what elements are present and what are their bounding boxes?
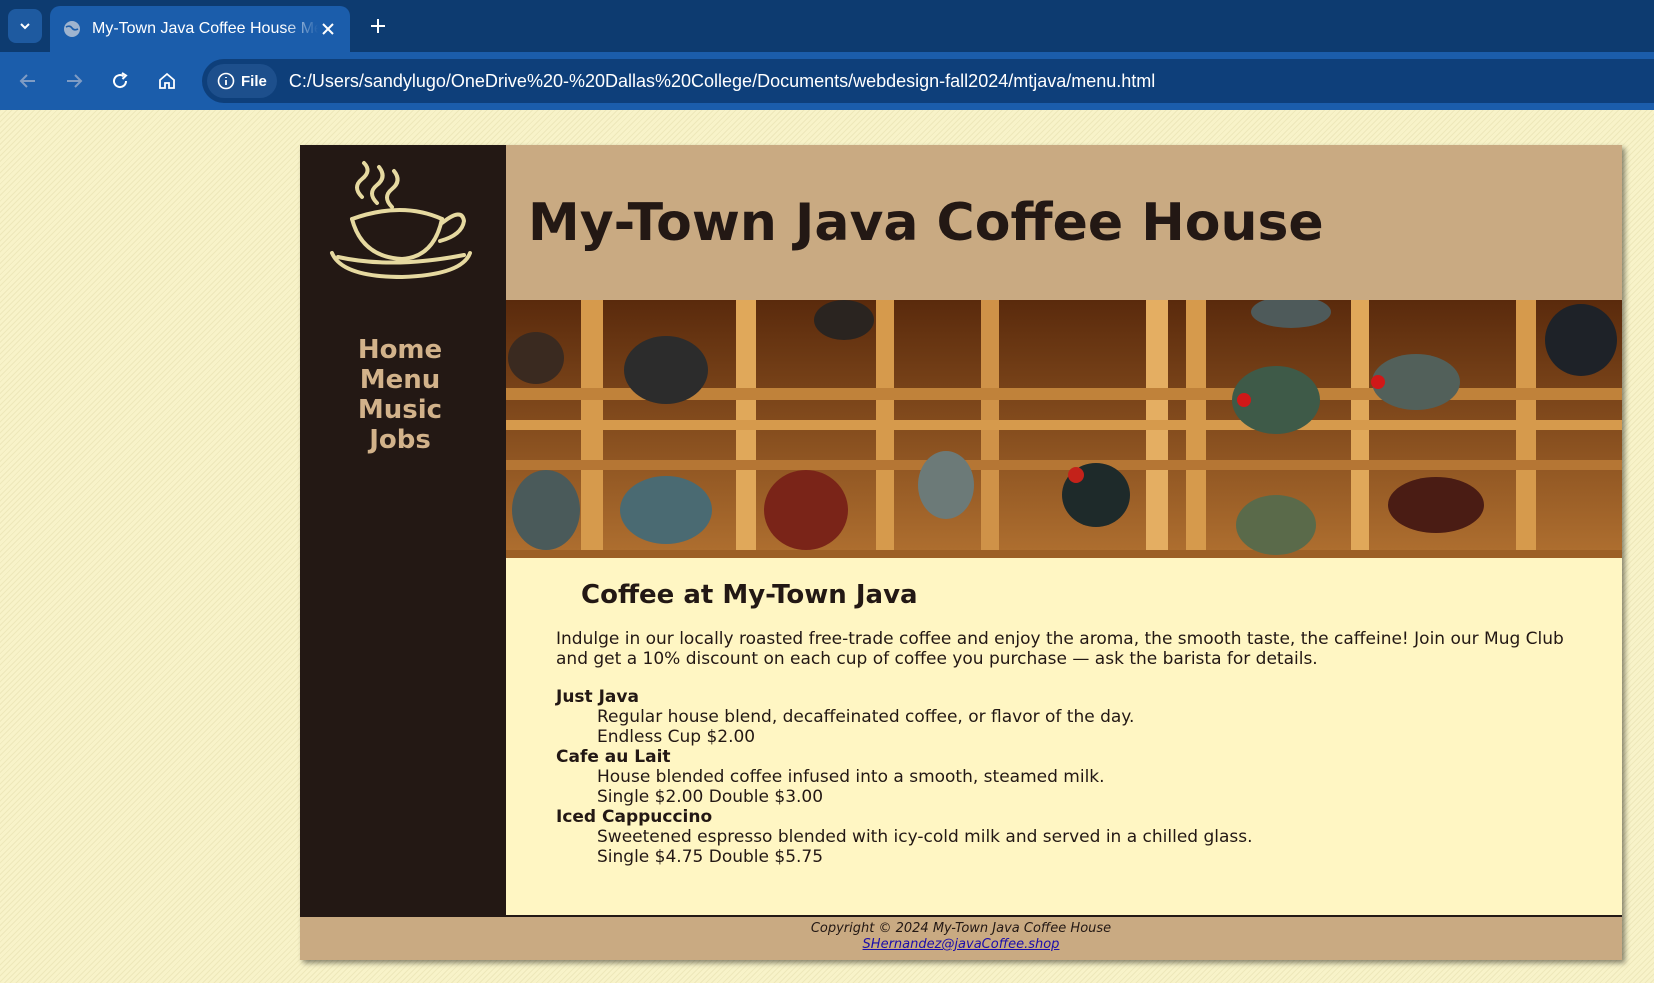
site-footer: Copyright © 2024 My-Town Java Coffee Hou… [300, 915, 1622, 960]
copyright-text: Copyright © 2024 My-Town Java Coffee Hou… [810, 921, 1112, 936]
browser-tab-strip: My-Town Java Coffee House Menu [0, 0, 1654, 52]
menu-item-price: Single $4.75 Double $5.75 [597, 847, 824, 867]
home-icon [159, 72, 175, 89]
globe-icon [62, 19, 82, 39]
nav-link-home[interactable]: Home [338, 335, 462, 365]
browser-tab[interactable]: My-Town Java Coffee House Menu [50, 6, 350, 52]
back-icon [19, 74, 35, 88]
coffee-menu-list: Just Java Regular house blend, decaffein… [556, 687, 1596, 867]
tab-search-button[interactable] [8, 9, 42, 43]
sidebar: Home Menu Music Jobs [300, 145, 506, 915]
coffee-cup-logo-icon [330, 161, 472, 280]
reload-icon [113, 72, 128, 89]
new-tab-button[interactable] [364, 12, 392, 40]
menu-item-description: House blended coffee infused into a smoo… [597, 767, 1105, 787]
menu-item-name: Cafe au Lait [556, 747, 671, 767]
menu-item-description: Regular house blend, decaffeinated coffe… [597, 707, 1135, 727]
address-bar[interactable]: File C:/Users/sandylugo/OneDrive%20-%20D… [202, 59, 1654, 103]
reload-button[interactable] [104, 65, 136, 97]
site-title: My-Town Java Coffee House [528, 193, 1324, 253]
back-button[interactable] [12, 65, 44, 97]
chevron-down-icon [20, 23, 30, 30]
menu-item-name: Iced Cappuccino [556, 807, 713, 827]
tab-title: My-Town Java Coffee House Menu [92, 20, 318, 37]
content-heading: Coffee at My-Town Java [581, 580, 918, 610]
main-nav: Home Menu Music Jobs [300, 335, 506, 455]
page-viewport: Home Menu Music Jobs My-Town Java Coffee… [0, 110, 1654, 983]
forward-icon [67, 74, 83, 88]
menu-item-description: Sweetened espresso blended with icy-cold… [597, 827, 1253, 847]
hero-image-mugs [506, 300, 1622, 558]
nav-link-jobs[interactable]: Jobs [338, 425, 462, 455]
menu-item-price: Single $2.00 Double $3.00 [597, 787, 824, 807]
page-wrapper: Home Menu Music Jobs My-Town Java Coffee… [300, 145, 1622, 960]
site-chip-label: File [241, 72, 267, 90]
menu-item-price: Endless Cup $2.00 [597, 727, 756, 747]
browser-toolbar: File C:/Users/sandylugo/OneDrive%20-%20D… [0, 52, 1654, 110]
plus-icon [371, 19, 385, 33]
info-icon [217, 72, 235, 90]
url-text[interactable]: C:/Users/sandylugo/OneDrive%20-%20Dallas… [289, 71, 1155, 92]
nav-link-music[interactable]: Music [338, 395, 462, 425]
email-link[interactable]: SHernandez@javaCoffee.shop [863, 937, 1060, 952]
menu-item-name: Just Java [556, 687, 639, 707]
forward-button[interactable] [58, 65, 90, 97]
site-info-chip[interactable]: File [207, 64, 277, 98]
main-content: Coffee at My-Town Java Indulge in our lo… [506, 558, 1622, 915]
home-button[interactable] [151, 65, 183, 97]
close-icon[interactable] [318, 19, 338, 39]
intro-paragraph: Indulge in our locally roasted free-trad… [556, 629, 1564, 669]
nav-link-menu[interactable]: Menu [338, 365, 462, 395]
site-header: My-Town Java Coffee House [506, 145, 1622, 300]
